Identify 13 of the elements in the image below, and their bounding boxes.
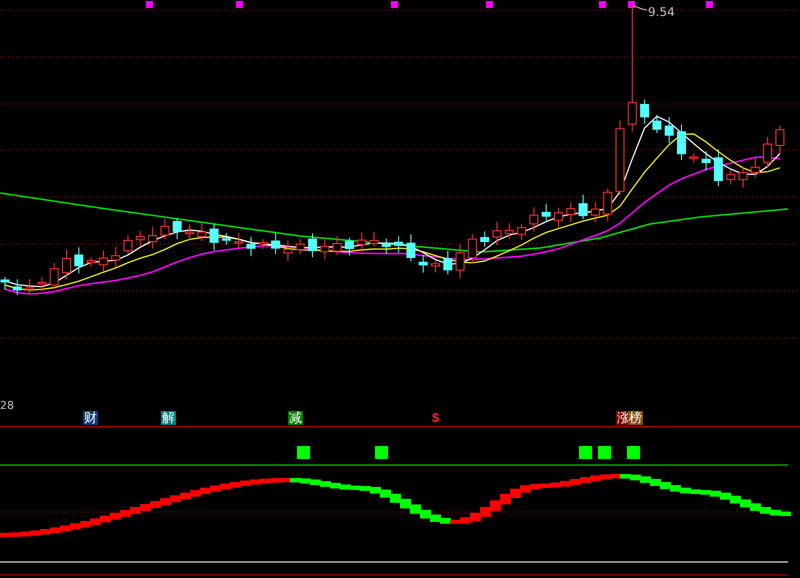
signal-badge: 减 [288,411,303,425]
scale-label: 28 [0,399,14,412]
signal-symbol: $ [432,411,440,425]
signal-badge: 财 [83,411,98,425]
signal-badge: 榜 [628,411,643,425]
signal-square-icon [579,446,592,459]
price-label: 9.54 [648,5,675,19]
signal-square-icon [375,446,388,459]
signal-square-icon [297,446,310,459]
leader-line [634,6,648,10]
signal-square-icon [627,446,640,459]
signal-badge: 解 [161,411,176,425]
signal-square-icon [598,446,611,459]
